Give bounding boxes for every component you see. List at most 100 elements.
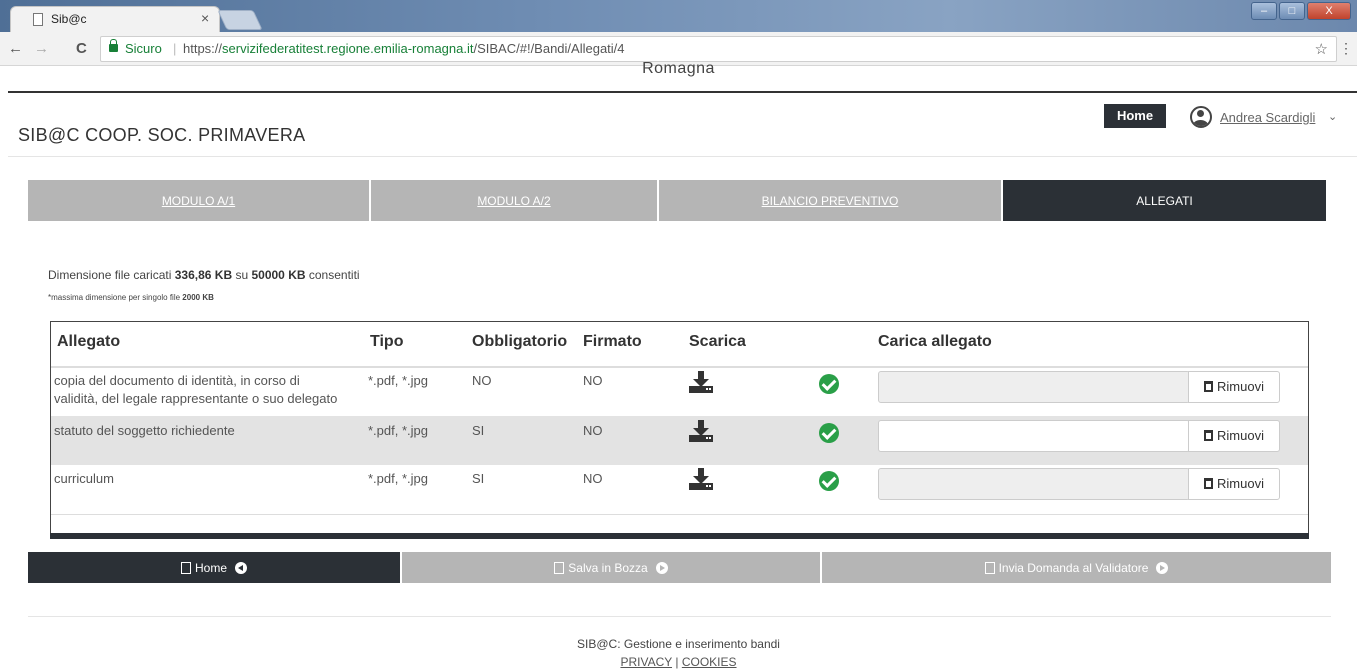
header-divider (8, 91, 1357, 93)
browser-tab-strip: Sib@c × – □ X (0, 0, 1357, 32)
user-icon (1190, 106, 1212, 128)
window-controls: – □ X (1251, 2, 1351, 20)
url-input[interactable]: Sicuro | https://servizifederatitest.reg… (100, 36, 1337, 62)
download-icon[interactable] (689, 420, 713, 442)
remove-label: Rimuovi (1217, 428, 1264, 443)
form-tabs: MODULO A/1 MODULO A/2 BILANCIO PREVENTIV… (28, 180, 1326, 221)
home-action-label: Home (194, 560, 227, 575)
attachment-signed: NO (583, 471, 603, 486)
table-bottom-bar (50, 533, 1309, 539)
attachment-required: SI (472, 423, 485, 438)
col-header-scarica: Scarica (689, 333, 746, 350)
action-bar: Home Salva in Bozza Invia Domanda al Val… (28, 552, 1331, 583)
document-icon (984, 561, 995, 574)
table-row-divider (51, 514, 1308, 515)
tab-bilancio-preventivo[interactable]: BILANCIO PREVENTIVO (659, 180, 1003, 221)
attachment-type: *.pdf, *.jpg (368, 373, 428, 388)
col-header-allegato: Allegato (57, 333, 121, 350)
url-text: https://servizifederatitest.regione.emil… (183, 41, 625, 56)
submit-to-validator-button[interactable]: Invia Domanda al Validatore (822, 552, 1331, 583)
arrow-right-circle-icon (1156, 561, 1169, 574)
lock-icon (109, 39, 118, 52)
save-draft-button[interactable]: Salva in Bozza (400, 552, 822, 583)
attachment-name: statuto del soggetto richiedente (54, 423, 235, 438)
file-size-suffix: consentiti (308, 268, 360, 282)
tab-title: Sib@c (51, 12, 87, 26)
chevron-down-icon[interactable]: ⌄ (1328, 110, 1337, 123)
max-file-size-note: *massima dimensione per singolo file 200… (48, 293, 214, 302)
cookies-link[interactable]: COOKIES (682, 655, 737, 669)
bookmark-star-icon[interactable]: ☆ (1315, 40, 1328, 58)
check-circle-icon (819, 374, 839, 394)
minimize-button[interactable]: – (1251, 2, 1277, 20)
file-size-summary: Dimensione file caricati 336,86 KB su 50… (48, 268, 360, 282)
user-menu-link[interactable]: Andrea Scardigli (1220, 110, 1315, 125)
trash-icon (1204, 478, 1214, 489)
max-size-prefix: *massima dimensione per singolo file (48, 293, 181, 302)
back-icon[interactable]: ← (8, 40, 23, 57)
download-icon[interactable] (689, 468, 713, 490)
attachment-name-line: copia del documento di identità, in cors… (54, 373, 300, 388)
region-title: Romagna (642, 60, 715, 77)
arrow-left-circle-icon (235, 561, 247, 574)
document-icon (554, 561, 565, 574)
forward-icon[interactable]: → (34, 40, 49, 57)
attachment-type: *.pdf, *.jpg (368, 423, 428, 438)
tab-modulo-a1[interactable]: MODULO A/1 (28, 180, 371, 221)
submit-label: Invia Domanda al Validatore (998, 560, 1149, 575)
remove-label: Rimuovi (1217, 476, 1264, 491)
tab-allegati[interactable]: ALLEGATI (1003, 180, 1326, 221)
reload-icon[interactable]: C (76, 40, 87, 57)
document-icon (180, 561, 191, 574)
tab-close-icon[interactable]: × (201, 10, 209, 26)
file-size-prefix: Dimensione file caricati (48, 268, 172, 282)
attachment-name-line: validità, del legale rappresentante o su… (54, 391, 338, 406)
maximize-button[interactable]: □ (1279, 2, 1305, 20)
page-icon (33, 13, 43, 26)
tab-modulo-a2[interactable]: MODULO A/2 (371, 180, 659, 221)
browser-tab[interactable]: Sib@c × (10, 6, 220, 32)
col-header-carica: Carica allegato (878, 333, 992, 350)
max-size-value: 2000 KB (182, 293, 214, 302)
attachment-required: SI (472, 471, 485, 486)
footer-link-divider: | (675, 655, 679, 669)
col-header-firmato: Firmato (583, 333, 642, 350)
attachment-name: curriculum (54, 471, 114, 486)
url-host: servizifederatitest.regione.emilia-romag… (222, 41, 474, 56)
title-divider (8, 156, 1357, 157)
home-action-button[interactable]: Home (28, 552, 400, 583)
url-scheme: https:// (183, 41, 223, 56)
close-window-button[interactable]: X (1307, 2, 1351, 20)
footer-divider (28, 616, 1331, 617)
col-header-obbligatorio: Obbligatorio (472, 333, 568, 350)
remove-label: Rimuovi (1217, 379, 1264, 394)
new-tab-button[interactable] (217, 10, 263, 30)
url-separator: | (173, 41, 177, 56)
file-size-used: 336,86 KB (174, 268, 233, 282)
check-circle-icon (819, 423, 839, 443)
browser-menu-icon[interactable]: ⋮ (1339, 40, 1353, 57)
footer-text: SIB@C: Gestione e inserimento bandi (577, 637, 780, 651)
remove-button[interactable]: Rimuovi (1188, 420, 1280, 452)
trash-icon (1204, 430, 1214, 441)
upload-file-field[interactable] (878, 468, 1190, 500)
remove-button[interactable]: Rimuovi (1188, 468, 1280, 500)
attachment-signed: NO (583, 423, 603, 438)
secure-label: Sicuro (125, 41, 162, 56)
page-title: SIB@C COOP. SOC. PRIMAVERA (18, 125, 306, 145)
file-size-middle: su (235, 268, 249, 282)
footer-links: PRIVACY | COOKIES (0, 655, 1357, 669)
attachment-name: copia del documento di identità, in cors… (54, 372, 337, 408)
save-draft-label: Salva in Bozza (568, 560, 648, 575)
file-size-total: 50000 KB (251, 268, 306, 282)
privacy-link[interactable]: PRIVACY (620, 655, 672, 669)
col-header-tipo: Tipo (370, 333, 404, 350)
upload-file-field[interactable] (878, 371, 1190, 403)
remove-button[interactable]: Rimuovi (1188, 371, 1280, 403)
arrow-right-circle-icon (655, 561, 668, 574)
attachment-type: *.pdf, *.jpg (368, 471, 428, 486)
home-button[interactable]: Home (1104, 104, 1166, 128)
download-icon[interactable] (689, 371, 713, 393)
url-path: /SIBAC/#!/Bandi/Allegati/4 (473, 41, 625, 56)
upload-file-field[interactable] (878, 420, 1190, 452)
